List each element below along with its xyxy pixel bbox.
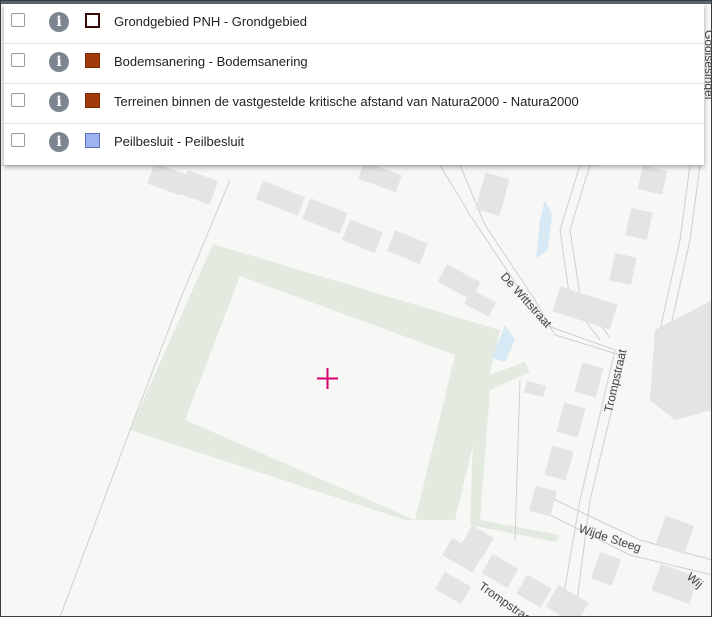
layer-row: i Peilbesluit - Peilbesluit: [4, 124, 704, 163]
layer-label: Bodemsanering - Bodemsanering: [114, 54, 308, 69]
info-icon[interactable]: i: [49, 132, 69, 152]
layer-list-panel: i Grondgebied PNH - Grondgebied i Bodems…: [4, 4, 704, 165]
layer-row: i Grondgebied PNH - Grondgebied: [4, 4, 704, 44]
layer-checkbox[interactable]: [11, 93, 25, 107]
layer-swatch: [85, 133, 100, 148]
layer-label: Terreinen binnen de vastgestelde kritisc…: [114, 94, 579, 109]
layer-swatch: [85, 53, 100, 68]
water-canal: [536, 200, 552, 258]
street-label-trompstraat: Trompstraat: [601, 347, 629, 413]
info-icon[interactable]: i: [49, 12, 69, 32]
info-icon[interactable]: i: [49, 52, 69, 72]
layer-swatch: [85, 13, 100, 28]
layer-label: Grondgebied PNH - Grondgebied: [114, 14, 307, 29]
layer-label: Peilbesluit - Peilbesluit: [114, 134, 245, 149]
layer-checkbox[interactable]: [11, 13, 25, 27]
layer-row: i Bodemsanering - Bodemsanering: [4, 44, 704, 84]
street-label-de-wittstraat: De Wittstraat: [498, 270, 555, 331]
layer-row: i Terreinen binnen de vastgestelde kriti…: [4, 84, 704, 124]
layer-checkbox[interactable]: [11, 53, 25, 67]
street-label-wijde-steeg: Wijde Steeg: [577, 522, 643, 555]
layer-swatch: [85, 93, 100, 108]
info-icon[interactable]: i: [49, 92, 69, 112]
layer-checkbox[interactable]: [11, 133, 25, 147]
crosshair-icon: [317, 368, 338, 389]
